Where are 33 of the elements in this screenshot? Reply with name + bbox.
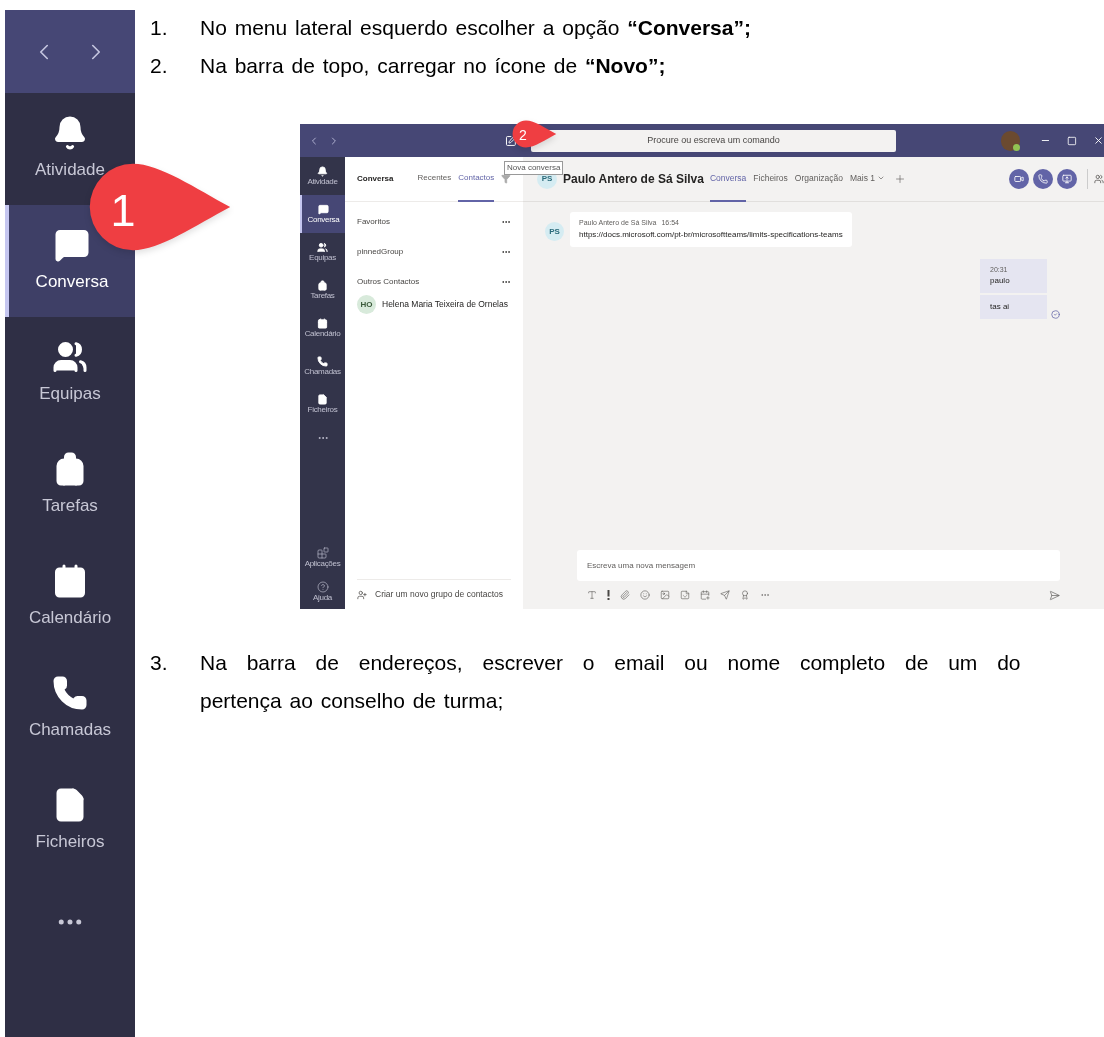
sidebar-label: Chamadas: [28, 719, 112, 742]
sidebar-label: Ficheiros: [35, 831, 105, 854]
message-text: https://docs.microsoft.com/pt-br/microsoftteams/limits-specifications-teams: [579, 228, 843, 241]
rail-label: Ficheiros: [307, 404, 338, 415]
rail-label: Calendário: [304, 328, 341, 339]
rail-label: Equipas: [309, 252, 336, 263]
rail-label: Conversa: [307, 214, 340, 225]
chat-title: Paulo Antero de Sá Silva: [563, 171, 704, 188]
rail-label: Chamadas: [304, 366, 341, 377]
sidebar-label: Equipas: [39, 383, 101, 406]
sidebar-label: Calendário: [28, 607, 112, 630]
step-number: 1.: [150, 15, 169, 41]
callout-number: 2: [519, 125, 527, 145]
instruction-text: Na barra de topo, carregar no ícone de “Novo”;: [200, 53, 666, 79]
rail-label: Tarefas: [310, 290, 335, 301]
panel-title: Conversa: [357, 173, 394, 185]
instruction-text: No menu lateral esquerdo escolher a opção “Conversa”;: [200, 15, 751, 41]
sidebar-label: Conversa: [35, 271, 109, 294]
avatar-initials: HO: [357, 295, 376, 314]
sidebar-label: Tarefas: [42, 495, 98, 518]
sidebar-label: Atividade: [35, 159, 105, 182]
step-number: 2.: [150, 53, 169, 79]
instruction-text: pertença ao conselho de turma;: [200, 688, 505, 714]
contact-name: Helena Maria Teixeira de Ornelas: [382, 298, 508, 311]
avatar-initials: PS: [545, 222, 564, 241]
tooltip: Nova conversa: [504, 161, 564, 175]
message-text: paulo: [990, 275, 1011, 287]
step-number: 3.: [150, 650, 169, 676]
rail-label: Aplicações: [304, 559, 341, 569]
rail-label: Ajuda: [313, 593, 332, 603]
rail-label: Atividade: [307, 176, 338, 187]
instruction-text: Na barra de endereços, escrever o email ou nome completo de um do: [200, 650, 1021, 676]
message-text: tas ai: [990, 301, 1011, 313]
